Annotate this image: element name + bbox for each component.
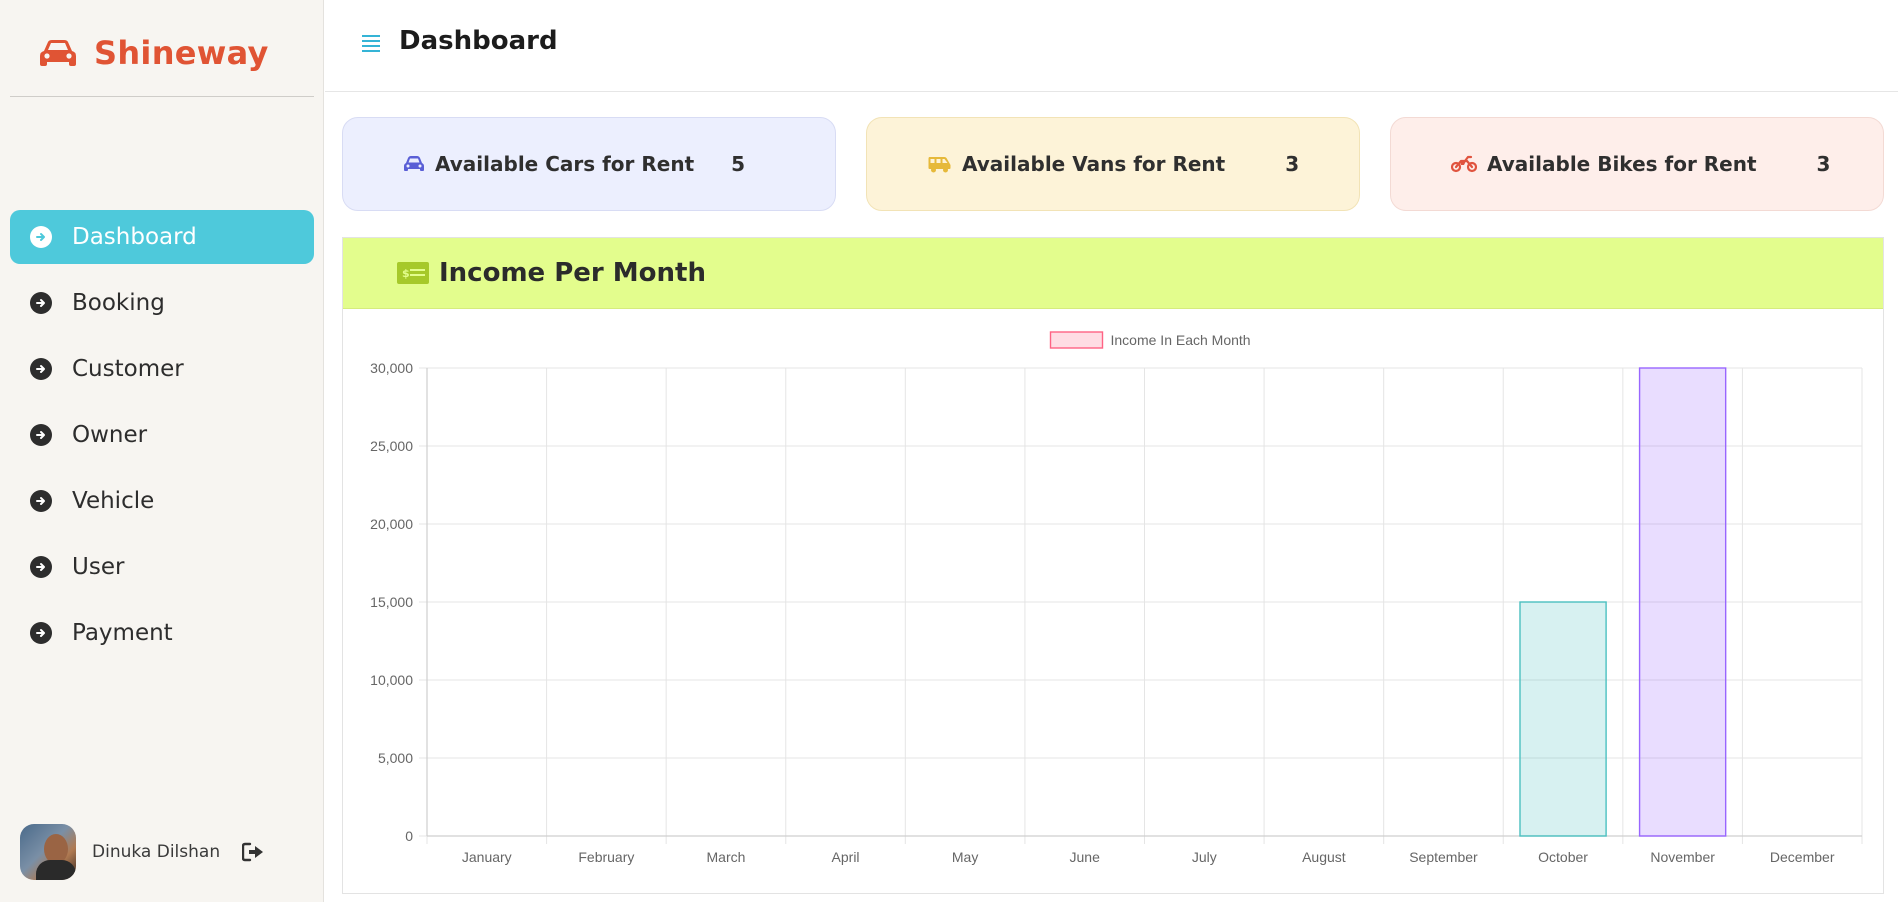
sidebar-item-user[interactable]: User bbox=[10, 540, 314, 594]
x-tick-label: March bbox=[707, 849, 746, 865]
x-tick-label: May bbox=[952, 849, 978, 865]
arrow-circle-right-icon bbox=[30, 358, 52, 380]
logout-icon[interactable] bbox=[242, 842, 264, 862]
sidebar-item-label: Dashboard bbox=[72, 224, 197, 250]
sidebar-item-label: Payment bbox=[72, 620, 173, 646]
stat-label: Available Bikes for Rent bbox=[1487, 152, 1757, 176]
x-tick-label: September bbox=[1409, 849, 1478, 865]
user-name: Dinuka Dilshan bbox=[92, 842, 221, 862]
y-tick-label: 15,000 bbox=[370, 594, 413, 610]
x-tick-label: December bbox=[1770, 849, 1835, 865]
legend-swatch bbox=[1049, 331, 1104, 349]
user-profile: Dinuka Dilshan bbox=[20, 824, 264, 880]
sidebar-item-label: Customer bbox=[72, 356, 184, 382]
car-icon bbox=[404, 156, 424, 171]
app-root: Shineway Dashboard Booking Customer Owne… bbox=[0, 0, 1898, 902]
bar-november bbox=[1638, 367, 1727, 837]
sidebar-nav: Dashboard Booking Customer Owner Vehicle… bbox=[10, 210, 314, 672]
x-tick-label: October bbox=[1538, 849, 1588, 865]
x-tick-label: January bbox=[462, 849, 512, 865]
arrow-circle-right-icon bbox=[30, 556, 52, 578]
motorcycle-icon bbox=[1451, 155, 1477, 173]
x-tick-label: July bbox=[1192, 849, 1217, 865]
income-panel-header: $ Income Per Month bbox=[343, 238, 1883, 309]
sidebar-item-label: Owner bbox=[72, 422, 148, 448]
y-tick-label: 25,000 bbox=[370, 438, 413, 454]
sidebar-item-label: User bbox=[72, 554, 125, 580]
brand-name: Shineway bbox=[94, 34, 269, 72]
y-tick-label: 5,000 bbox=[378, 750, 413, 766]
sidebar-item-payment[interactable]: Payment bbox=[10, 606, 314, 660]
y-tick-label: 30,000 bbox=[370, 360, 413, 376]
stat-card-vans: Available Vans for Rent 3 bbox=[866, 117, 1360, 211]
arrow-circle-right-icon bbox=[30, 226, 52, 248]
sidebar: Shineway Dashboard Booking Customer Owne… bbox=[0, 0, 324, 902]
legend-label: Income In Each Month bbox=[1111, 332, 1251, 348]
y-tick-label: 0 bbox=[405, 828, 413, 844]
stat-value: 3 bbox=[1816, 152, 1831, 176]
top-header: Dashboard bbox=[325, 0, 1898, 92]
stat-label: Available Vans for Rent bbox=[962, 152, 1226, 176]
sidebar-divider bbox=[10, 96, 314, 97]
arrow-circle-right-icon bbox=[30, 490, 52, 512]
x-tick-label: June bbox=[1070, 849, 1101, 865]
stat-value: 5 bbox=[731, 152, 746, 176]
svg-text:$: $ bbox=[402, 267, 410, 280]
sidebar-item-label: Booking bbox=[72, 290, 165, 316]
stat-card-cars: Available Cars for Rent 5 bbox=[342, 117, 836, 211]
stat-card-bikes: Available Bikes for Rent 3 bbox=[1390, 117, 1884, 211]
page-title: Dashboard bbox=[399, 26, 558, 56]
arrow-circle-right-icon bbox=[30, 292, 52, 314]
menu-icon[interactable] bbox=[361, 34, 381, 52]
x-tick-label: April bbox=[832, 849, 860, 865]
arrow-circle-right-icon bbox=[30, 622, 52, 644]
y-tick-label: 20,000 bbox=[370, 516, 413, 532]
y-tick-label: 10,000 bbox=[370, 672, 413, 688]
x-tick-label: February bbox=[578, 849, 634, 865]
sidebar-item-owner[interactable]: Owner bbox=[10, 408, 314, 462]
van-icon bbox=[928, 157, 951, 173]
sidebar-item-vehicle[interactable]: Vehicle bbox=[10, 474, 314, 528]
income-bar-chart: 0 5,000 10,000 15,000 20,000 25,000 30,000 Janu… bbox=[370, 331, 1863, 865]
stat-label: Available Cars for Rent bbox=[435, 152, 695, 176]
sidebar-item-booking[interactable]: Booking bbox=[10, 276, 314, 330]
sidebar-item-dashboard[interactable]: Dashboard bbox=[10, 210, 314, 264]
stat-value: 3 bbox=[1285, 152, 1300, 176]
avatar[interactable] bbox=[20, 824, 76, 880]
arrow-circle-right-icon bbox=[30, 424, 52, 446]
x-tick-label: August bbox=[1302, 849, 1346, 865]
income-panel-title: Income Per Month bbox=[439, 258, 706, 288]
brand[interactable]: Shineway bbox=[38, 30, 269, 76]
x-tick-label: November bbox=[1650, 849, 1715, 865]
money-bill-icon: $ bbox=[397, 262, 429, 284]
sidebar-item-customer[interactable]: Customer bbox=[10, 342, 314, 396]
bar-october bbox=[1519, 601, 1607, 837]
car-icon bbox=[40, 40, 76, 66]
sidebar-item-label: Vehicle bbox=[72, 488, 155, 514]
